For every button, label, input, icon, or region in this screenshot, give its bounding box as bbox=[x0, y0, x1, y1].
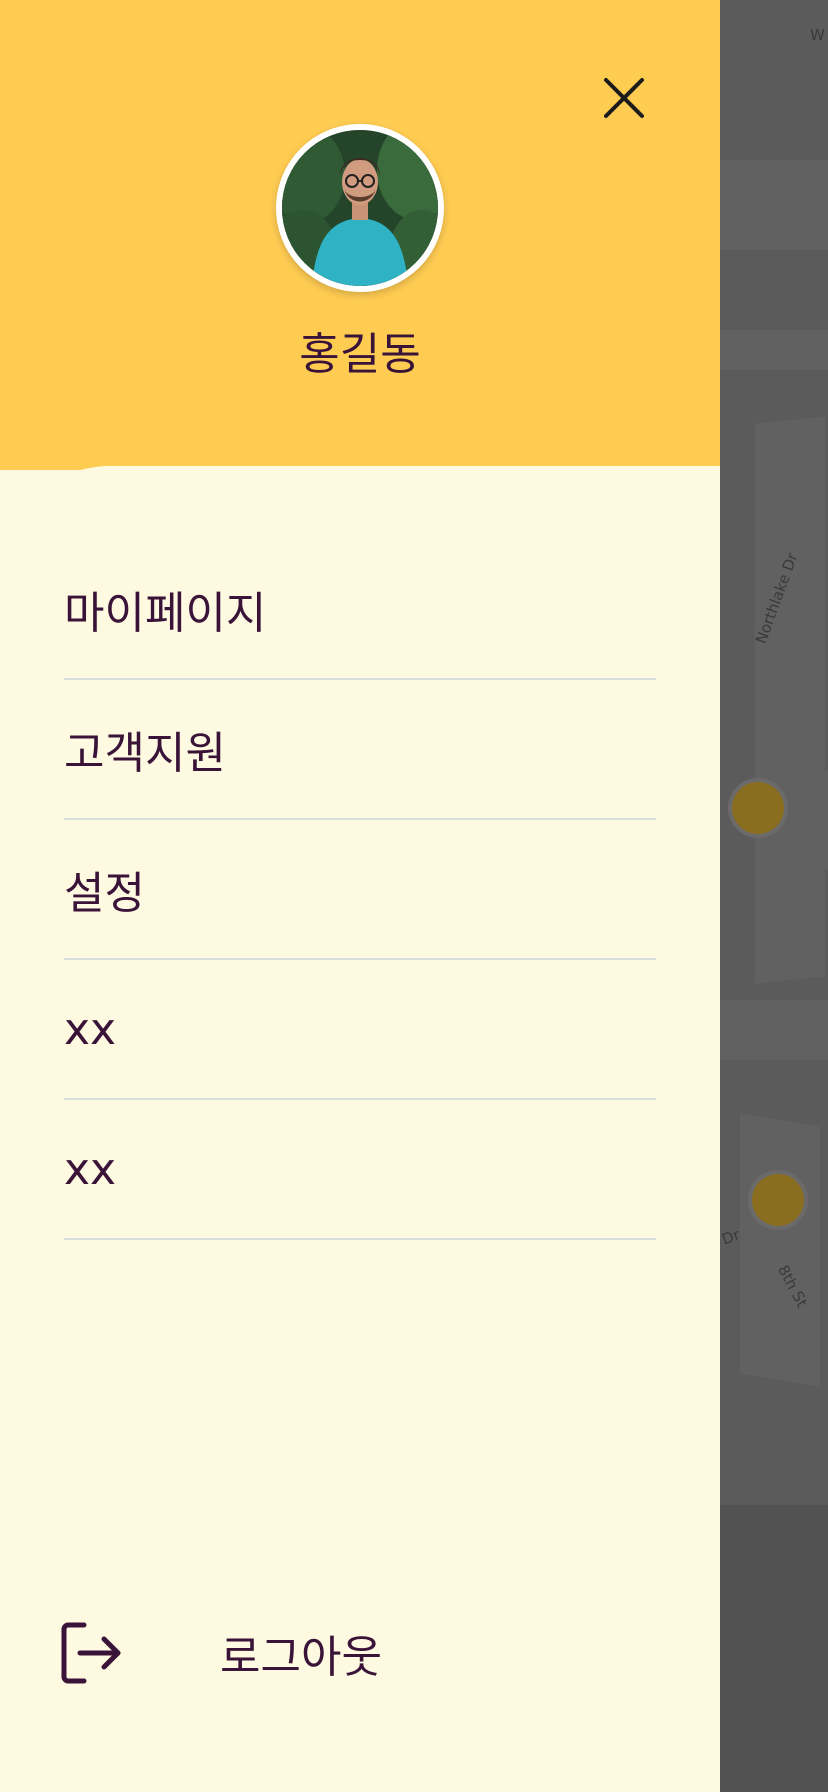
logout-label: 로그아웃 bbox=[220, 1632, 382, 1683]
map-marker[interactable] bbox=[728, 778, 788, 838]
menu-item-xx-2[interactable]: xx bbox=[64, 1100, 656, 1240]
logout-icon bbox=[61, 1622, 121, 1684]
user-name: 홍길동 bbox=[299, 329, 421, 380]
menu-item-support[interactable]: 고객지원 bbox=[64, 680, 656, 820]
close-icon bbox=[604, 78, 644, 118]
menu-item-label: xx bbox=[64, 1003, 117, 1055]
map-road bbox=[720, 1000, 828, 1060]
menu-item-settings[interactable]: 설정 bbox=[64, 820, 656, 960]
close-button[interactable] bbox=[596, 70, 652, 126]
navigation-drawer: 홍길동 마이페이지 고객지원 설정 xx xx 로그아웃 bbox=[0, 0, 720, 1792]
map-street-label: Dr bbox=[719, 1225, 743, 1249]
avatar[interactable] bbox=[276, 124, 444, 292]
map-road bbox=[740, 1112, 820, 1388]
menu-item-mypage[interactable]: 마이페이지 bbox=[64, 540, 656, 680]
menu-item-label: 마이페이지 bbox=[64, 588, 267, 639]
map-street-label: W bbox=[810, 26, 825, 44]
map-road bbox=[720, 330, 828, 370]
map-marker[interactable] bbox=[748, 1170, 808, 1230]
menu-item-label: 고객지원 bbox=[64, 728, 226, 779]
menu-item-label: xx bbox=[64, 1143, 117, 1195]
menu-item-xx-1[interactable]: xx bbox=[64, 960, 656, 1100]
map-road bbox=[755, 416, 825, 984]
map-card bbox=[806, 770, 828, 870]
menu-item-label: 설정 bbox=[64, 868, 145, 919]
logout-button[interactable]: 로그아웃 bbox=[60, 1618, 382, 1688]
drawer-menu: 마이페이지 고객지원 설정 xx xx bbox=[64, 540, 656, 1240]
avatar-photo bbox=[282, 130, 438, 286]
map-road bbox=[720, 160, 828, 250]
